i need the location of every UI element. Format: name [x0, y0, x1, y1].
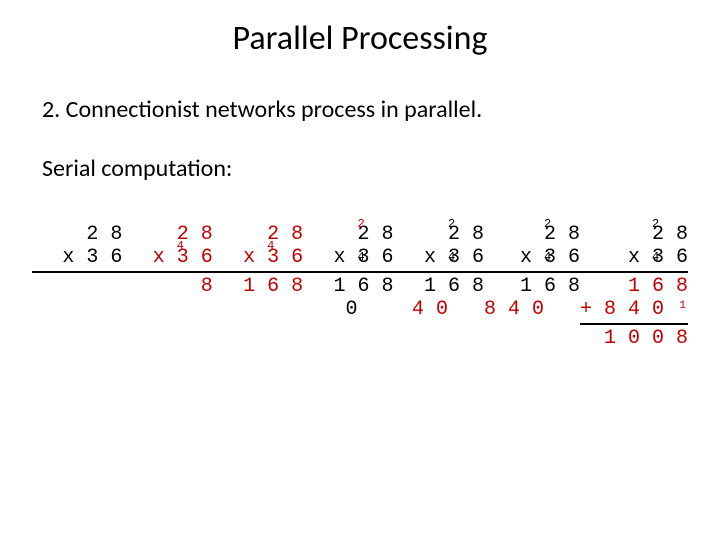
carry-digits: 2 4 — [350, 197, 393, 285]
operand-top: 2 8 — [32, 223, 122, 246]
partial-2: 0 — [303, 298, 393, 321]
steps-row: 2 8 x 3 6 4 2 8 x 3 6 8 4 2 8 x 3 6 1 6 … — [0, 223, 720, 350]
point-text: 2. Connectionist networks process in par… — [42, 95, 720, 124]
carry-digits: 4 — [170, 197, 213, 274]
mult-step: 2 8 x 3 6 — [32, 223, 122, 275]
final-sum: 1 0 0 8 — [604, 327, 688, 350]
carry-digits: 2 4 — [441, 197, 484, 285]
slide-title: Parallel Processing — [0, 18, 720, 59]
column-carry: 1 — [679, 300, 686, 313]
operand-bottom: x 3 6 — [32, 246, 122, 269]
partial-1: 8 — [122, 275, 212, 298]
carry-digits: 2 4 — [537, 197, 580, 285]
rule-line — [580, 323, 688, 325]
mult-step: 2 4 2 8 x 3 6 1 6 8 0 — [303, 223, 393, 321]
subtitle: Serial computation: — [42, 154, 720, 183]
partial-2: 8 4 0 — [484, 298, 580, 321]
mult-step: 2 4 2 8 x 3 6 1 6 8 8 4 0 — [484, 223, 580, 321]
mult-step: 4 2 8 x 3 6 1 6 8 — [213, 223, 303, 298]
mult-step: 2 4 2 8 x 3 6 1 6 8 4 0 — [394, 223, 484, 321]
partial-2: 4 0 — [412, 298, 484, 321]
mult-step: 4 2 8 x 3 6 8 — [122, 223, 212, 298]
rule-line — [32, 271, 122, 273]
mult-step: 2 4 2 8 x 3 6 1 1 6 8 + 8 4 0 1 0 0 8 — [580, 223, 688, 350]
carry-digits: 4 — [260, 197, 303, 274]
partial-1: 1 6 8 — [213, 275, 303, 298]
carry-digits: 2 4 — [645, 197, 688, 285]
